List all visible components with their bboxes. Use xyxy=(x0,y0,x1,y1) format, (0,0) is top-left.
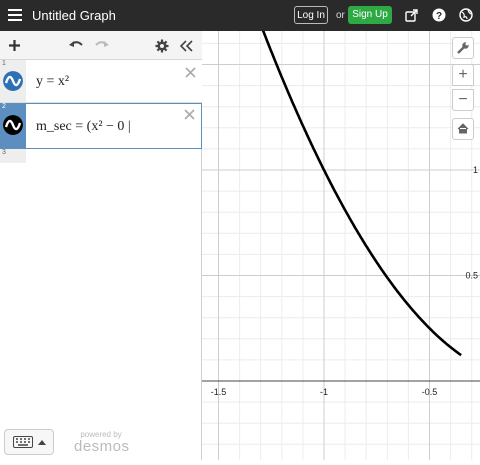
hamburger-icon[interactable] xyxy=(8,9,22,21)
collapse-icon[interactable] xyxy=(180,40,194,52)
y-tick-label: 1 xyxy=(473,165,478,175)
home-icon xyxy=(457,123,469,134)
x-tick-label: -1.5 xyxy=(211,387,227,397)
expression-toolbar xyxy=(0,31,202,60)
expression-number: 3 xyxy=(2,149,6,156)
top-bar: Untitled Graph Log In or Sign Up ? xyxy=(0,0,480,31)
expression-number: 2 xyxy=(2,103,6,110)
expression-row-active[interactable]: 2 m_sec = (x² − 0 | xyxy=(0,103,202,149)
zoom-out-icon: − xyxy=(458,91,468,108)
x-tick-label: -0.5 xyxy=(422,387,438,397)
settings-icon[interactable] xyxy=(155,39,169,53)
signup-button[interactable]: Sign Up xyxy=(348,6,392,24)
graph-settings-button[interactable] xyxy=(452,37,474,59)
keyboard-icon xyxy=(13,436,33,448)
graph-style-icon[interactable] xyxy=(3,115,23,135)
delete-expression-icon[interactable] xyxy=(184,109,195,120)
expression-tab[interactable]: 2 xyxy=(0,103,26,149)
help-icon[interactable]: ? xyxy=(432,8,446,22)
graph-paper[interactable]: -1.5 -1 -0.5 1 0.5 + − xyxy=(202,0,480,460)
zoom-in-icon: + xyxy=(458,66,468,83)
caret-up-icon xyxy=(38,440,46,445)
empty-expression-row[interactable]: 3 xyxy=(0,149,26,163)
redo-icon[interactable] xyxy=(94,39,110,51)
home-view-button[interactable] xyxy=(452,118,474,140)
expression-math[interactable]: y = x² xyxy=(36,74,69,90)
powered-by-desmos-logo[interactable]: powered by desmos xyxy=(74,430,130,455)
add-icon[interactable] xyxy=(8,39,21,52)
delete-expression-icon[interactable] xyxy=(185,67,196,78)
keyboard-toggle-button[interactable] xyxy=(4,429,54,455)
expression-number: 1 xyxy=(2,60,6,67)
login-button[interactable]: Log In xyxy=(294,6,328,24)
desmos-brand: desmos xyxy=(74,438,130,455)
undo-icon[interactable] xyxy=(68,39,84,51)
graph-canvas[interactable]: -1.5 -1 -0.5 1 0.5 xyxy=(202,0,480,460)
globe-icon[interactable] xyxy=(459,8,473,22)
expression-list-panel: 1 y = x² 2 m_sec = (x² − 0 | 3 powered b… xyxy=(0,31,202,460)
expression-row[interactable]: 1 y = x² xyxy=(0,60,202,103)
graph-title[interactable]: Untitled Graph xyxy=(32,8,116,23)
share-icon[interactable] xyxy=(405,8,419,22)
zoom-out-button[interactable]: − xyxy=(452,89,474,111)
graph-style-icon[interactable] xyxy=(3,71,23,91)
y-tick-label: 0.5 xyxy=(465,271,478,281)
expression-tab[interactable]: 1 xyxy=(0,60,26,102)
wrench-icon xyxy=(457,42,469,54)
x-tick-label: -1 xyxy=(320,387,328,397)
or-text: or xyxy=(336,10,345,21)
expression-input[interactable]: m_sec = (x² − 0 | xyxy=(36,119,131,135)
zoom-in-button[interactable]: + xyxy=(452,64,474,86)
svg-text:?: ? xyxy=(436,11,442,22)
